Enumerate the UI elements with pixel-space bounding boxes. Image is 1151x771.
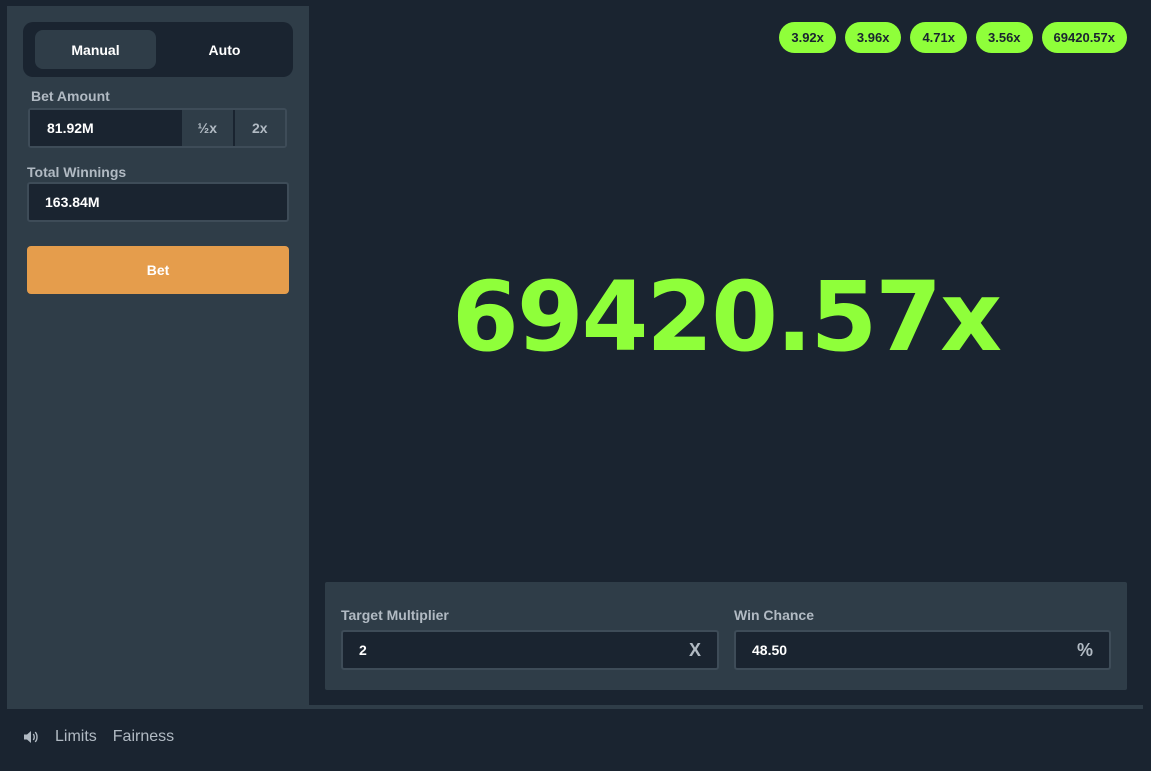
fairness-link[interactable]: Fairness [113, 728, 174, 746]
sidebar: Manual Auto Bet Amount 81.92M ½x 2x Tota… [7, 6, 309, 705]
bet-amount-group: 81.92M ½x 2x [28, 108, 287, 148]
speaker-icon[interactable] [23, 729, 39, 745]
target-multiplier-value: 2 [359, 642, 367, 658]
win-chance-label: Win Chance [734, 607, 814, 623]
target-multiplier-label: Target Multiplier [341, 607, 449, 623]
win-chance-input[interactable]: 48.50 % [734, 630, 1111, 670]
target-multiplier-input[interactable]: 2 X [341, 630, 719, 670]
history-chip[interactable]: 3.92x [779, 22, 836, 53]
win-chance-value: 48.50 [752, 642, 788, 658]
total-winnings-label: Total Winnings [27, 164, 127, 180]
multiplier-suffix-icon: X [688, 639, 701, 660]
double-bet-button[interactable]: 2x [234, 110, 285, 146]
history-chip[interactable]: 69420.57x [1041, 22, 1127, 53]
result-multiplier: 69420.57x [452, 261, 1002, 373]
controls-panel: Target Multiplier 2 X Win Chance 48.50 % [325, 582, 1127, 690]
mode-switch: Manual Auto [23, 22, 293, 77]
limits-link[interactable]: Limits [55, 728, 97, 746]
percent-suffix-icon: % [1076, 639, 1093, 660]
result-history: 3.92x 3.96x 4.71x 3.56x 69420.57x [779, 22, 1127, 53]
history-chip[interactable]: 3.56x [976, 22, 1033, 53]
half-bet-button[interactable]: ½x [182, 110, 233, 146]
game-frame: Manual Auto Bet Amount 81.92M ½x 2x Tota… [7, 6, 1143, 765]
tab-auto[interactable]: Auto [164, 30, 285, 69]
history-chip[interactable]: 3.96x [844, 22, 902, 53]
tab-manual[interactable]: Manual [35, 30, 156, 69]
bet-button[interactable]: Bet [27, 246, 289, 294]
bet-amount-input[interactable]: 81.92M [30, 110, 182, 146]
footer: Limits Fairness [7, 709, 1143, 765]
history-chip[interactable]: 4.71x [910, 22, 967, 53]
bet-amount-label: Bet Amount [31, 88, 110, 104]
total-winnings-field: 163.84M [27, 182, 289, 222]
